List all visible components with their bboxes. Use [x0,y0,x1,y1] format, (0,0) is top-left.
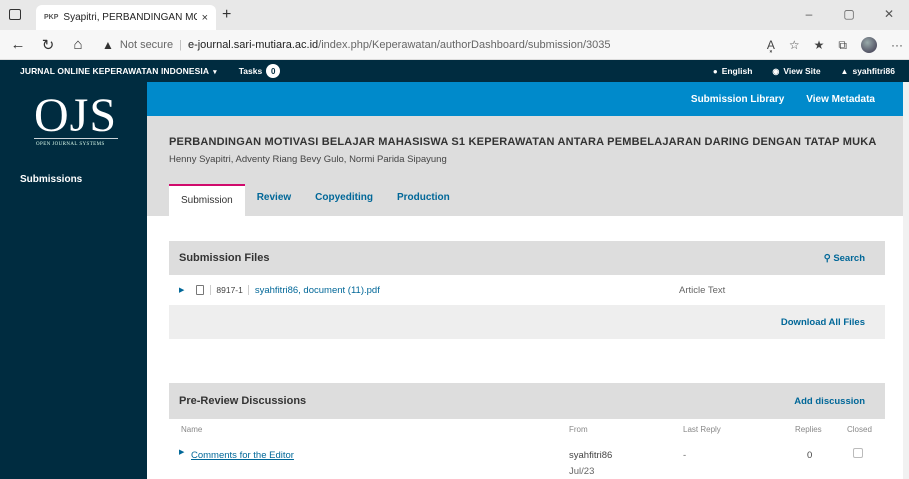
tasks-count-badge: 0 [266,64,281,78]
column-name: Name [181,425,203,434]
logo-divider [34,138,118,139]
files-footer: Download All Files [169,305,885,339]
main-content: Submission Files ⚲ Search ▶ 8917-1 syahf… [147,216,909,479]
tasks-button[interactable]: Tasks 0 [238,64,281,78]
address-bar: ← ↻ ⌂ ▲ Not secure | e-journal.sari-muti… [0,30,909,60]
file-row: ▶ 8917-1 syahfitri86, document (11).pdf … [169,276,885,304]
eye-icon: ◉ [772,67,780,76]
ojs-logo[interactable]: OJS [34,92,117,140]
tab-actions-icon[interactable] [9,9,21,20]
user-icon: ▲ [840,67,849,76]
browser-toolbar-icons: A͓ ☆ ★ ⧉ ··· [767,30,903,60]
search-files-button[interactable]: ⚲ Search [824,253,865,264]
caret-down-icon: ▾ [213,69,217,76]
user-menu[interactable]: ▲ syahfitri86 [841,66,895,76]
language-label: English [721,66,753,76]
warning-icon[interactable]: ▲ [102,38,114,52]
tab-close-icon[interactable]: × [202,12,208,24]
browser-tab[interactable]: PKP Syapitri, PERBANDINGAN MOTIV × [36,5,216,30]
url-domain: e-journal.sari-mutiara.ac.id [187,38,319,51]
search-label: Search [833,252,865,264]
favorites-icon[interactable]: ★ [814,38,825,52]
journal-switcher[interactable]: JURNAL ONLINE KEPERAWATAN INDONESIA ▾ [20,66,217,76]
home-button[interactable]: ⌂ [66,36,90,53]
view-metadata-link[interactable]: View Metadata [806,94,875,105]
discussion-from-user: syahfitri86 [569,450,613,461]
username: syahfitri86 [852,66,895,76]
column-closed: Closed [847,425,872,434]
page-scrollbar[interactable] [903,82,909,479]
security-label[interactable]: Not secure [120,39,173,51]
globe-icon: ● [712,67,718,76]
more-menu-icon[interactable]: ··· [891,38,903,52]
expand-discussion-icon[interactable]: ▶ [179,448,184,456]
ojs-top-nav: JURNAL ONLINE KEPERAWATAN INDONESIA ▾ Tas… [0,60,909,82]
browser-tab-strip: PKP Syapitri, PERBANDINGAN MOTIV × + – ▢… [0,0,909,30]
column-from: From [569,425,588,434]
search-icon: ⚲ [823,252,831,264]
file-name-link[interactable]: syahfitri86, document (11).pdf [255,285,380,296]
reload-button[interactable]: ↻ [36,36,60,54]
discussion-closed-checkbox[interactable] [853,448,863,458]
restore-button[interactable]: ▢ [829,0,869,30]
context-bar: Submission Library View Metadata [147,82,909,116]
download-all-files-button[interactable]: Download All Files [781,317,865,328]
close-window-button[interactable]: ✕ [869,0,909,30]
url-path: /index.php/Keperawatan/authorDashboard/s… [318,38,611,51]
submission-files-title: Submission Files [179,252,270,264]
column-last-reply: Last Reply [683,425,721,434]
url-separator: | [179,38,182,51]
tasks-label: Tasks [238,66,263,76]
minimize-button[interactable]: – [789,0,829,30]
tab-production[interactable]: Production [385,183,462,216]
expand-row-icon[interactable]: ▶ [179,286,184,294]
add-favorite-icon[interactable]: ☆ [789,38,800,52]
logo-subtitle: OPEN JOURNAL SYSTEMS [36,142,105,147]
window-controls: – ▢ ✕ [789,0,909,30]
url-field[interactable]: ▲ Not secure | e-journal.sari-mutiara.ac… [102,38,702,52]
profile-avatar[interactable] [861,37,877,53]
pkp-favicon-icon: PKP [44,14,59,21]
discussion-from-date: Jul/23 [569,466,595,477]
discussions-column-headers: Name From Last Reply Replies Closed [169,419,885,441]
language-menu[interactable]: ● English [713,66,753,76]
discussions-title: Pre-Review Discussions [179,395,307,407]
submission-library-link[interactable]: Submission Library [691,94,784,105]
tab-title: Syapitri, PERBANDINGAN MOTIV [63,12,196,23]
view-site-link[interactable]: ◉ View Site [772,66,820,76]
column-replies: Replies [795,425,822,434]
read-aloud-icon[interactable]: A͓ [767,38,775,52]
workflow-tabs: Submission Review Copyediting Production [169,183,462,216]
discussions-header: Pre-Review Discussions Add discussion [169,383,885,419]
view-site-label: View Site [783,66,821,76]
sidebar-item-submissions[interactable]: Submissions [20,174,82,185]
add-discussion-button[interactable]: Add discussion [794,396,865,407]
discussion-row: ▶ Comments for the Editor syahfitri86 Ju… [169,442,885,479]
tab-copyediting[interactable]: Copyediting [303,183,385,216]
file-icon [196,285,205,295]
discussion-replies: 0 [807,450,813,461]
file-type: Article Text [679,284,726,296]
tab-submission[interactable]: Submission [169,184,245,216]
submission-header: PERBANDINGAN MOTIVASI BELAJAR MAHASISWA … [147,116,909,216]
submission-title: PERBANDINGAN MOTIVASI BELAJAR MAHASISWA … [169,136,877,148]
file-id: 8917-1 [210,285,249,295]
collections-icon[interactable]: ⧉ [838,38,847,53]
tab-review[interactable]: Review [245,183,303,216]
discussion-title-link[interactable]: Comments for the Editor [191,450,294,461]
submission-files-header: Submission Files ⚲ Search [169,241,885,275]
discussion-last-reply: - [683,450,687,461]
new-tab-button[interactable]: + [222,6,231,24]
journal-name: JURNAL ONLINE KEPERAWATAN INDONESIA [20,66,210,76]
sidebar: OJS OPEN JOURNAL SYSTEMS Submissions [0,82,147,479]
submission-authors: Henny Syapitri, Adventy Riang Bevy Gulo,… [169,154,447,165]
back-button[interactable]: ← [6,36,30,53]
